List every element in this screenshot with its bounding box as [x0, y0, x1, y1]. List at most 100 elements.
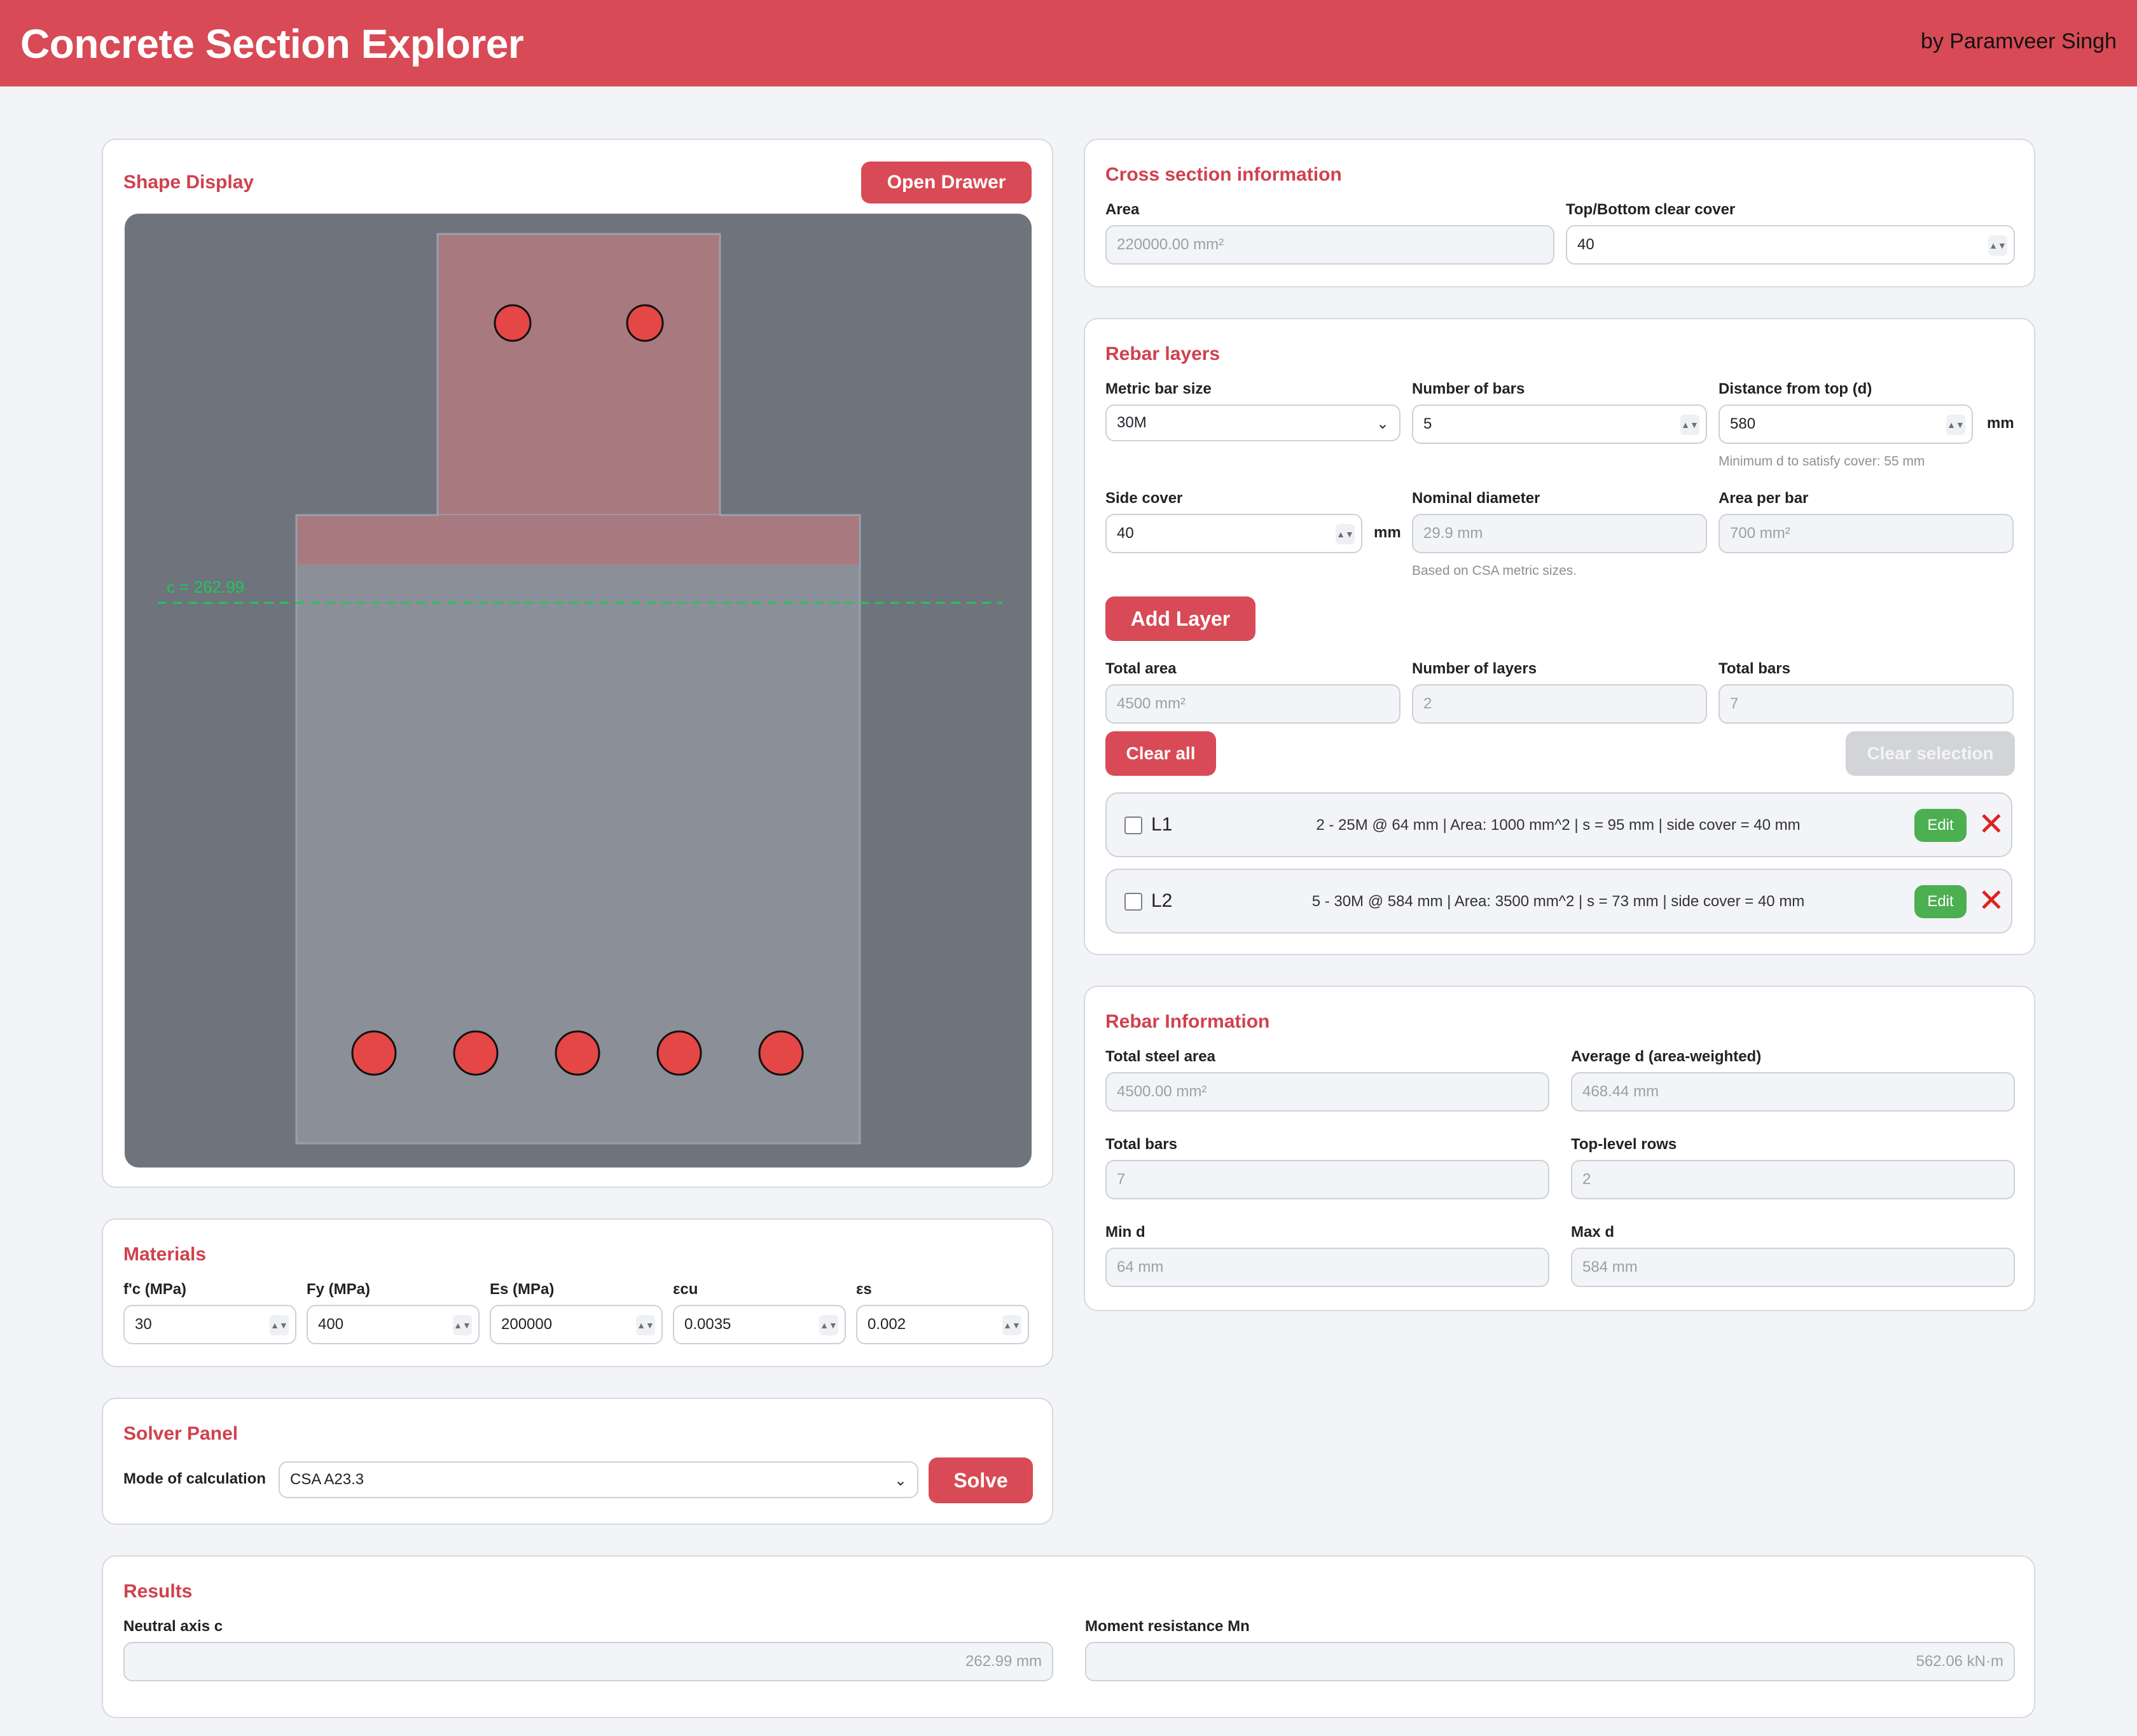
spinner-icon[interactable]: ▲▼ — [453, 1315, 472, 1335]
cross-section-title: Cross section information — [1105, 164, 1342, 185]
num-layers-label: Number of layers — [1412, 660, 1537, 677]
layer-row[interactable]: L2 5 - 30M @ 584 mm | Area: 3500 mm^2 | … — [1105, 869, 2012, 933]
eps-label: εs — [856, 1281, 872, 1298]
section-drawing — [158, 233, 1002, 1145]
spinner-icon[interactable]: ▲▼ — [636, 1315, 655, 1335]
results-card: Results Neutral axis c 262.99 mm Moment … — [102, 1555, 2035, 1718]
compression-zone — [296, 515, 860, 565]
checkbox-icon[interactable] — [1124, 816, 1142, 834]
spinner-icon[interactable]: ▲▼ — [819, 1315, 838, 1335]
num-bars-value: 5 — [1423, 415, 1432, 432]
spinner-icon[interactable]: ▲▼ — [1988, 235, 2007, 256]
clear-all-button[interactable]: Clear all — [1105, 731, 1216, 776]
side-cover-input[interactable]: 40 ▲▼ — [1105, 514, 1362, 553]
top-bar: Concrete Section Explorer by Paramveer S… — [0, 0, 2137, 86]
total-steel-label: Total steel area — [1105, 1048, 1215, 1065]
total-bars-label: Total bars — [1719, 660, 1790, 677]
distance-label: Distance from top (d) — [1719, 380, 1872, 397]
distance-unit: mm — [1987, 415, 2014, 432]
bar-size-select[interactable]: 30M ⌄ — [1105, 404, 1400, 441]
max-d-field: 584 mm — [1571, 1248, 2015, 1287]
mode-label: Mode of calculation — [123, 1470, 266, 1487]
clear-selection-button[interactable]: Clear selection — [1846, 731, 2015, 776]
nominal-hint: Based on CSA metric sizes. — [1412, 563, 1577, 578]
rebar-bar — [758, 1030, 804, 1076]
eps-value: 0.002 — [868, 1316, 906, 1333]
rebar-bar — [626, 304, 664, 342]
app-title: Concrete Section Explorer — [20, 21, 524, 67]
rebar-bar — [351, 1030, 397, 1076]
section-web — [436, 233, 721, 516]
es-input[interactable]: 200000 ▲▼ — [490, 1305, 663, 1344]
num-bars-input[interactable]: 5 ▲▼ — [1412, 404, 1707, 444]
area-per-bar-field: 700 mm² — [1719, 514, 2014, 553]
chevron-down-icon: ⌄ — [894, 1472, 907, 1489]
min-d-label: Min d — [1105, 1223, 1145, 1241]
results-title: Results — [123, 1581, 193, 1602]
open-drawer-button[interactable]: Open Drawer — [861, 162, 1032, 203]
neutral-axis-result-label: Neutral axis c — [123, 1618, 223, 1635]
top-rows-field: 2 — [1571, 1160, 2015, 1199]
shape-canvas[interactable]: c = 262.99 — [125, 214, 1032, 1168]
es-label: Es (MPa) — [490, 1281, 555, 1298]
spinner-icon[interactable]: ▲▼ — [1946, 415, 1965, 435]
delete-x-icon[interactable]: ✕ — [1978, 881, 2005, 920]
spinner-icon[interactable]: ▲▼ — [270, 1315, 289, 1335]
add-layer-button[interactable]: Add Layer — [1105, 596, 1255, 641]
total-bars-field: 7 — [1719, 684, 2014, 724]
total-area-label: Total area — [1105, 660, 1177, 677]
delete-x-icon[interactable]: ✕ — [1978, 805, 2005, 843]
mode-value: CSA A23.3 — [290, 1471, 364, 1488]
materials-card: Materials f'c (MPa) 30 ▲▼ Fy (MPa) 400 ▲… — [102, 1218, 1053, 1367]
side-cover-unit: mm — [1374, 524, 1401, 541]
rebar-bar — [555, 1030, 600, 1076]
fc-label: f'c (MPa) — [123, 1281, 187, 1298]
spinner-icon[interactable]: ▲▼ — [1680, 415, 1699, 435]
shape-display-card: Shape Display Open Drawer c = 262.99 — [102, 139, 1053, 1188]
edit-layer-button[interactable]: Edit — [1914, 885, 1967, 918]
fy-input[interactable]: 400 ▲▼ — [307, 1305, 480, 1344]
checkbox-icon[interactable] — [1124, 893, 1142, 911]
distance-value: 580 — [1730, 415, 1756, 432]
edit-layer-button[interactable]: Edit — [1914, 809, 1967, 842]
num-layers-field: 2 — [1412, 684, 1707, 724]
info-total-bars-field: 7 — [1105, 1160, 1549, 1199]
area-field: 220000.00 mm² — [1105, 225, 1554, 265]
rebar-info-card: Rebar Information Total steel area 4500.… — [1084, 986, 2035, 1311]
cover-input[interactable]: 40 ▲▼ — [1566, 225, 2015, 265]
layer-name: L2 — [1151, 890, 1173, 911]
total-steel-field: 4500.00 mm² — [1105, 1072, 1549, 1112]
num-bars-label: Number of bars — [1412, 380, 1525, 397]
layer-row[interactable]: L1 2 - 25M @ 64 mm | Area: 1000 mm^2 | s… — [1105, 792, 2012, 857]
spinner-icon[interactable]: ▲▼ — [1002, 1315, 1021, 1335]
eps-input[interactable]: 0.002 ▲▼ — [856, 1305, 1029, 1344]
solve-button[interactable]: Solve — [929, 1457, 1033, 1503]
mode-select[interactable]: CSA A23.3 ⌄ — [279, 1461, 918, 1498]
fc-value: 30 — [135, 1316, 152, 1333]
cover-label: Top/Bottom clear cover — [1566, 201, 1736, 218]
layer-description: 5 - 30M @ 584 mm | Area: 3500 mm^2 | s =… — [1311, 893, 1805, 910]
distance-input[interactable]: 580 ▲▼ — [1719, 404, 1973, 444]
fy-value: 400 — [318, 1316, 344, 1333]
spinner-icon[interactable]: ▲▼ — [1336, 524, 1355, 544]
ecu-value: 0.0035 — [684, 1316, 731, 1333]
cover-value: 40 — [1577, 236, 1594, 253]
avg-d-label: Average d (area-weighted) — [1571, 1048, 1762, 1065]
bar-size-label: Metric bar size — [1105, 380, 1212, 397]
ecu-label: εcu — [673, 1281, 698, 1298]
top-rows-label: Top-level rows — [1571, 1136, 1677, 1153]
total-area-field: 4500 mm² — [1105, 684, 1400, 724]
min-d-hint: Minimum d to satisfy cover: 55 mm — [1719, 454, 1925, 469]
rebar-bar — [494, 304, 532, 342]
rebar-bar — [453, 1030, 499, 1076]
shape-display-title: Shape Display — [123, 172, 254, 193]
rebar-layers-card: Rebar layers Metric bar size 30M ⌄ Numbe… — [1084, 318, 2035, 955]
moment-result-label: Moment resistance Mn — [1085, 1618, 1250, 1635]
rebar-layers-title: Rebar layers — [1105, 343, 1221, 364]
nominal-diameter-label: Nominal diameter — [1412, 490, 1540, 507]
neutral-axis-result-field: 262.99 mm — [123, 1642, 1053, 1681]
moment-result-field: 562.06 kN·m — [1085, 1642, 2015, 1681]
ecu-input[interactable]: 0.0035 ▲▼ — [673, 1305, 846, 1344]
fc-input[interactable]: 30 ▲▼ — [123, 1305, 296, 1344]
rebar-bar — [656, 1030, 702, 1076]
